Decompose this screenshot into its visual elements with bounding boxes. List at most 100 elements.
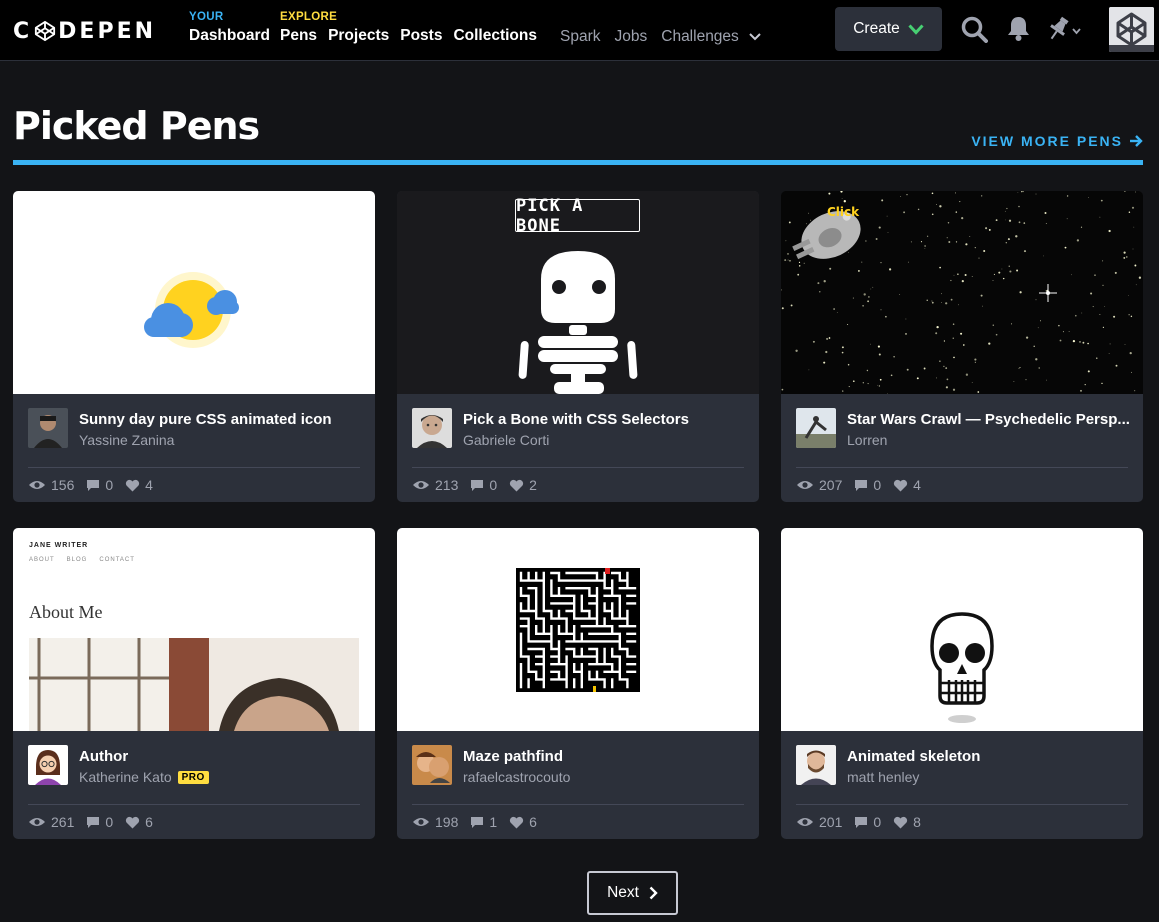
star bbox=[1023, 250, 1027, 253]
pen-preview[interactable] bbox=[781, 528, 1143, 731]
user-avatar[interactable] bbox=[1109, 7, 1154, 52]
star bbox=[971, 276, 973, 278]
pen-card[interactable]: Sunny day pure CSS animated icon Yassine… bbox=[13, 191, 375, 502]
nav-link-pens[interactable]: Pens bbox=[280, 27, 317, 45]
nav-link-posts[interactable]: Posts bbox=[400, 27, 442, 45]
heart-icon[interactable] bbox=[125, 479, 140, 492]
pen-author[interactable]: Katherine Kato bbox=[79, 769, 172, 785]
comment-icon[interactable] bbox=[86, 816, 100, 829]
star bbox=[993, 273, 995, 275]
pen-card[interactable]: JANE WRITER ABOUT BLOG CONTACT About Me … bbox=[13, 528, 375, 839]
pen-title[interactable]: Star Wars Crawl — Psychedelic Persp... bbox=[847, 411, 1137, 428]
star bbox=[806, 223, 807, 225]
avatar-photo bbox=[796, 745, 836, 785]
star bbox=[1104, 306, 1106, 307]
comment-icon[interactable] bbox=[470, 816, 484, 829]
comment-icon[interactable] bbox=[470, 479, 484, 492]
nav-link-challenges[interactable]: Challenges bbox=[661, 28, 739, 46]
star bbox=[1046, 379, 1047, 381]
pen-author[interactable]: Gabriele Corti bbox=[463, 432, 549, 448]
pen-preview[interactable] bbox=[397, 528, 759, 731]
heart-icon[interactable] bbox=[893, 479, 908, 492]
star bbox=[1004, 219, 1006, 221]
site-nav-contact[interactable]: CONTACT bbox=[99, 557, 135, 563]
star bbox=[828, 337, 831, 339]
comment-count: 0 bbox=[105, 477, 114, 493]
star bbox=[852, 297, 854, 299]
view-count: 156 bbox=[51, 477, 75, 493]
view-more-pens-link[interactable]: VIEW MORE PENS bbox=[971, 133, 1143, 149]
star bbox=[781, 307, 784, 310]
click-hint[interactable]: Click bbox=[827, 205, 859, 219]
star bbox=[1062, 331, 1064, 333]
pen-author[interactable]: Lorren bbox=[847, 432, 887, 448]
page-title: Picked Pens bbox=[13, 104, 260, 148]
author-avatar[interactable] bbox=[412, 745, 452, 785]
search-icon[interactable] bbox=[961, 16, 988, 43]
nav-explore-group: EXPLORE Pens Projects Posts Collections bbox=[280, 11, 537, 45]
heart-icon[interactable] bbox=[125, 816, 140, 829]
star bbox=[958, 304, 959, 306]
star bbox=[1035, 358, 1038, 361]
pen-title[interactable]: Pick a Bone with CSS Selectors bbox=[463, 411, 753, 428]
star bbox=[1008, 219, 1012, 222]
pen-author[interactable]: Yassine Zanina bbox=[79, 432, 174, 448]
author-avatar[interactable] bbox=[796, 408, 836, 448]
star bbox=[825, 350, 828, 354]
pen-stats: 207 0 4 bbox=[796, 477, 933, 493]
bell-icon[interactable] bbox=[1006, 15, 1031, 42]
author-avatar[interactable] bbox=[412, 408, 452, 448]
comment-icon[interactable] bbox=[86, 479, 100, 492]
star bbox=[924, 248, 926, 249]
pen-author[interactable]: matt henley bbox=[847, 769, 919, 785]
author-avatar[interactable] bbox=[28, 408, 68, 448]
pen-preview[interactable] bbox=[13, 191, 375, 394]
codepen-avatar-icon bbox=[1109, 7, 1154, 52]
comment-icon[interactable] bbox=[854, 816, 868, 829]
nav-link-dashboard[interactable]: Dashboard bbox=[189, 27, 270, 45]
star bbox=[1058, 324, 1060, 327]
star bbox=[981, 305, 983, 307]
pen-card[interactable]: Animated skeleton matt henley 201 0 8 bbox=[781, 528, 1143, 839]
star bbox=[893, 356, 895, 358]
author-avatar[interactable] bbox=[28, 745, 68, 785]
pen-card[interactable]: Maze pathfind rafaelcastrocouto 198 1 6 bbox=[397, 528, 759, 839]
pen-card[interactable]: PICK A BONE Pick a Bone with CSS Selecto… bbox=[397, 191, 759, 502]
nav-link-jobs[interactable]: Jobs bbox=[615, 28, 648, 46]
create-button[interactable]: Create bbox=[835, 7, 942, 51]
star bbox=[992, 324, 995, 326]
pen-title[interactable]: Animated skeleton bbox=[847, 748, 1137, 765]
nav-link-spark[interactable]: Spark bbox=[560, 28, 601, 46]
next-page-button[interactable]: Next bbox=[587, 871, 678, 915]
pen-card[interactable]: Click Star Wars Crawl — Psychedelic Pers… bbox=[781, 191, 1143, 502]
pen-preview[interactable]: JANE WRITER ABOUT BLOG CONTACT About Me bbox=[13, 528, 375, 731]
heart-icon[interactable] bbox=[509, 816, 524, 829]
chevron-down-icon[interactable] bbox=[749, 33, 761, 41]
site-nav-about[interactable]: ABOUT bbox=[29, 557, 55, 563]
nav-link-projects[interactable]: Projects bbox=[328, 27, 389, 45]
comment-icon[interactable] bbox=[854, 479, 868, 492]
pen-title[interactable]: Maze pathfind bbox=[463, 748, 753, 765]
heart-icon[interactable] bbox=[509, 479, 524, 492]
codepen-logo[interactable]: C DEPEN bbox=[13, 18, 156, 44]
site-heading: About Me bbox=[29, 602, 103, 622]
nav-link-collections[interactable]: Collections bbox=[453, 27, 537, 45]
pen-title[interactable]: Sunny day pure CSS animated icon bbox=[79, 411, 369, 428]
star bbox=[1090, 292, 1093, 295]
pen-preview[interactable]: Click bbox=[781, 191, 1143, 394]
pin-icon[interactable] bbox=[1049, 16, 1083, 42]
star bbox=[886, 215, 888, 217]
star bbox=[817, 282, 820, 285]
heart-count: 2 bbox=[529, 477, 537, 493]
author-avatar[interactable] bbox=[796, 745, 836, 785]
pen-author[interactable]: rafaelcastrocouto bbox=[463, 769, 570, 785]
heart-icon[interactable] bbox=[893, 816, 908, 829]
star bbox=[1115, 364, 1118, 367]
pen-preview[interactable]: PICK A BONE bbox=[397, 191, 759, 394]
site-nav-blog[interactable]: BLOG bbox=[67, 557, 88, 563]
pro-badge[interactable]: PRO bbox=[177, 770, 209, 784]
star bbox=[1007, 238, 1010, 241]
view-count: 261 bbox=[51, 814, 75, 830]
pen-title[interactable]: Author bbox=[79, 748, 369, 765]
star bbox=[1102, 284, 1104, 287]
